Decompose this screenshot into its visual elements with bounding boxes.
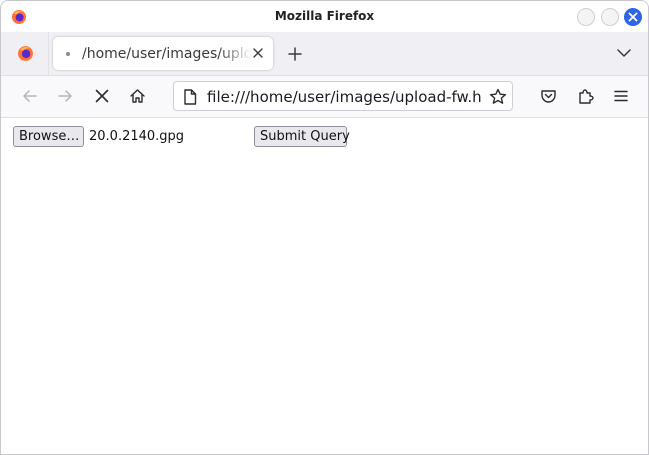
- url-text: file:///home/user/images/upload-fw.html: [207, 88, 482, 106]
- forward-arrow-icon[interactable]: [57, 88, 74, 104]
- tab-strip: /home/user/images/upload-fw.html: [1, 32, 648, 76]
- stop-icon[interactable]: [94, 88, 110, 104]
- close-icon: [628, 12, 638, 22]
- browse-button[interactable]: Browse…: [13, 126, 84, 147]
- menu-icon[interactable]: [613, 88, 629, 104]
- browser-window: Mozilla Firefox /home/user/images/upload…: [0, 0, 649, 455]
- window-title: Mozilla Firefox: [274, 9, 375, 23]
- document-icon: [184, 89, 197, 105]
- close-window-button[interactable]: [624, 8, 642, 26]
- tab-label: /home/user/images/upload-fw.html: [82, 46, 252, 62]
- extensions-icon[interactable]: [577, 88, 594, 105]
- star-icon[interactable]: [489, 88, 507, 105]
- page-content: Browse… 20.0.2140.gpg Submit Query: [1, 118, 648, 454]
- firefox-view-button[interactable]: [1, 32, 49, 75]
- url-bar[interactable]: file:///home/user/images/upload-fw.html: [173, 81, 513, 111]
- minimize-button[interactable]: [577, 8, 595, 26]
- title-bar: Mozilla Firefox: [1, 1, 648, 32]
- close-icon[interactable]: [252, 47, 264, 59]
- firefox-logo-icon: [18, 46, 33, 61]
- maximize-button[interactable]: [601, 8, 619, 26]
- home-icon[interactable]: [129, 88, 146, 104]
- submit-query-button[interactable]: Submit Query: [254, 126, 350, 147]
- selected-file-name: 20.0.2140.gpg: [89, 129, 185, 144]
- tab-upload-fw[interactable]: /home/user/images/upload-fw.html: [53, 37, 273, 70]
- plus-icon[interactable]: [287, 46, 303, 62]
- navigation-toolbar: file:///home/user/images/upload-fw.html: [1, 76, 648, 118]
- back-arrow-icon[interactable]: [21, 88, 38, 104]
- chevron-down-icon[interactable]: [616, 48, 632, 58]
- loading-indicator-icon: [66, 52, 70, 56]
- pocket-icon[interactable]: [540, 88, 557, 104]
